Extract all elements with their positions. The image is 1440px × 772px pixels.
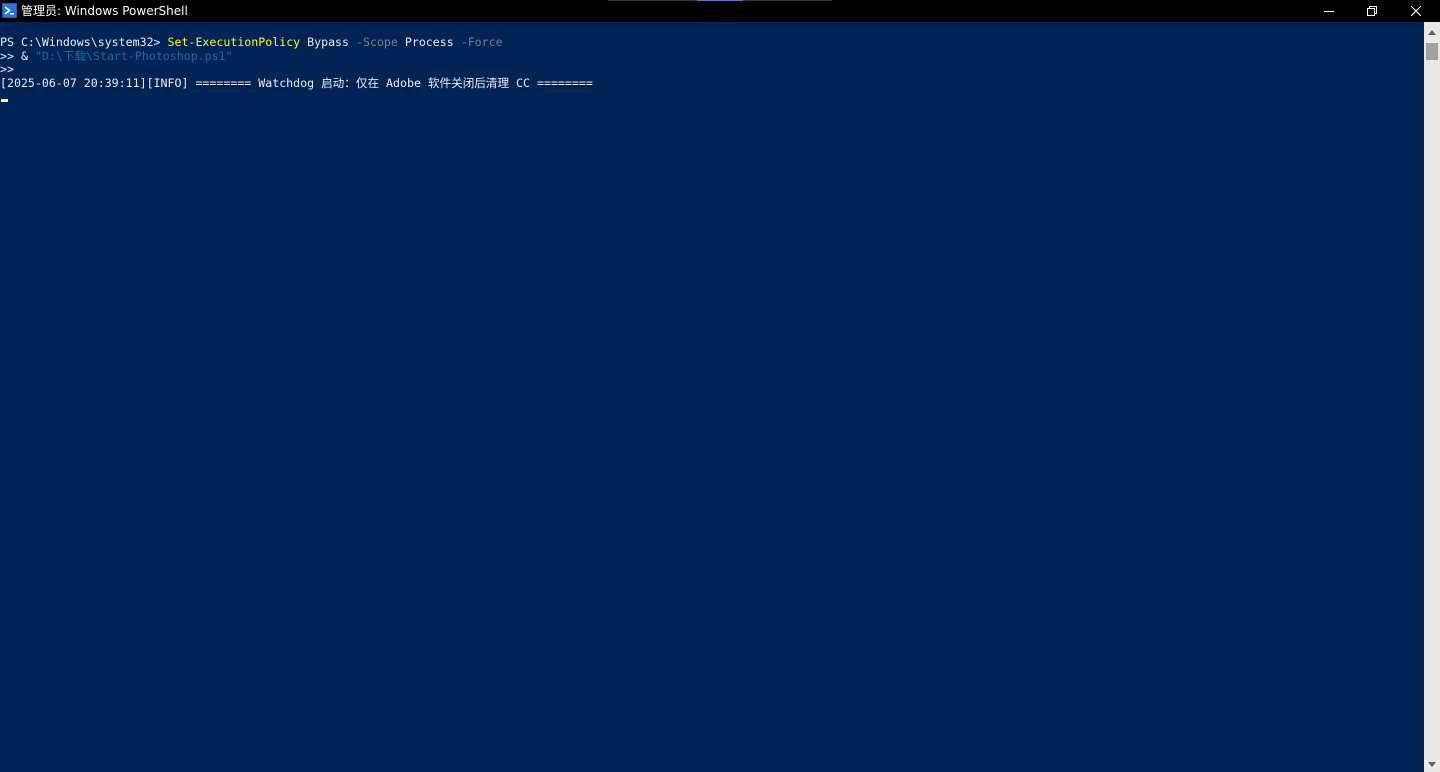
scroll-up-button[interactable] (1424, 22, 1440, 40)
prompt-text: PS C:\Windows\system32> (0, 35, 168, 49)
close-icon (1411, 6, 1421, 16)
scrollbar-thumb[interactable] (1426, 43, 1438, 60)
console-line-log: [2025-06-07 20:39:11][INFO] ======== Wat… (0, 76, 593, 90)
continuation-prefix: >> & (0, 49, 35, 63)
command-argument: Process (397, 35, 461, 49)
command-parameter: -Scope (356, 35, 398, 49)
title-bar-accent (697, 0, 743, 1)
powershell-window: 管理员: Windows PowerShell PS C:\Windows\sy… (0, 0, 1440, 772)
arrow-up-icon (1428, 22, 1436, 40)
command-parameter: -Force (460, 35, 503, 49)
console-line-continuation-prompt: >> (0, 62, 14, 76)
console-output[interactable]: PS C:\Windows\system32> Set-ExecutionPol… (0, 22, 1424, 772)
text-cursor (1, 99, 8, 102)
script-path-string: "D:\下载\Start-Photoshop.ps1" (34, 49, 233, 63)
command-argument: Bypass (300, 35, 356, 49)
console-line-command: PS C:\Windows\system32> Set-ExecutionPol… (0, 35, 503, 49)
close-button[interactable] (1393, 0, 1439, 22)
console-line-continuation: >> & "D:\下载\Start-Photoshop.ps1" (0, 49, 233, 63)
arrow-down-icon (1428, 754, 1436, 772)
restore-button[interactable] (1349, 0, 1395, 22)
window-title: 管理员: Windows PowerShell (21, 4, 188, 18)
command-name: Set-ExecutionPolicy (167, 35, 301, 49)
title-bar[interactable]: 管理员: Windows PowerShell (0, 0, 1440, 22)
scroll-down-button[interactable] (1424, 754, 1440, 772)
restore-icon (1367, 6, 1377, 16)
vertical-scrollbar[interactable] (1424, 22, 1440, 772)
minimize-button[interactable] (1306, 0, 1352, 22)
powershell-icon[interactable] (2, 3, 17, 18)
minimize-icon (1324, 6, 1334, 16)
